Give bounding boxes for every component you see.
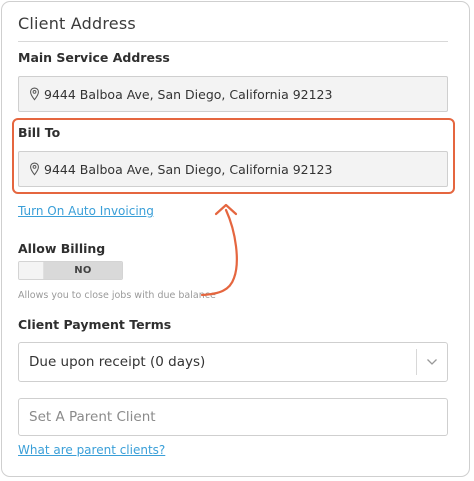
section-divider bbox=[18, 41, 448, 42]
auto-invoicing-link[interactable]: Turn On Auto Invoicing bbox=[18, 204, 154, 218]
bill-to-address-value: 9444 Balboa Ave, San Diego, California 9… bbox=[44, 161, 333, 177]
payment-terms-label: Client Payment Terms bbox=[18, 317, 172, 332]
toggle-value: NO bbox=[44, 262, 122, 279]
allow-billing-toggle[interactable]: NO bbox=[18, 261, 123, 280]
parent-client-input[interactable] bbox=[18, 398, 448, 436]
main-service-address-value: 9444 Balboa Ave, San Diego, California 9… bbox=[44, 86, 333, 102]
main-service-address-field[interactable]: 9444 Balboa Ave, San Diego, California 9… bbox=[18, 76, 448, 112]
parent-clients-link[interactable]: What are parent clients? bbox=[18, 443, 165, 457]
bill-to-address-field[interactable]: 9444 Balboa Ave, San Diego, California 9… bbox=[18, 151, 448, 187]
chevron-down-icon[interactable] bbox=[417, 358, 447, 366]
main-service-address-label: Main Service Address bbox=[18, 50, 170, 65]
bill-to-label: Bill To bbox=[18, 125, 61, 140]
map-pin-icon bbox=[30, 162, 39, 176]
allow-billing-label: Allow Billing bbox=[18, 241, 106, 256]
map-pin-icon bbox=[30, 87, 39, 101]
allow-billing-helper: Allows you to close jobs with due balanc… bbox=[18, 290, 216, 301]
toggle-knob bbox=[19, 262, 44, 279]
payment-terms-select[interactable]: Due upon receipt (0 days) bbox=[18, 342, 448, 382]
payment-terms-value: Due upon receipt (0 days) bbox=[29, 354, 206, 370]
section-title: Client Address bbox=[18, 14, 136, 33]
